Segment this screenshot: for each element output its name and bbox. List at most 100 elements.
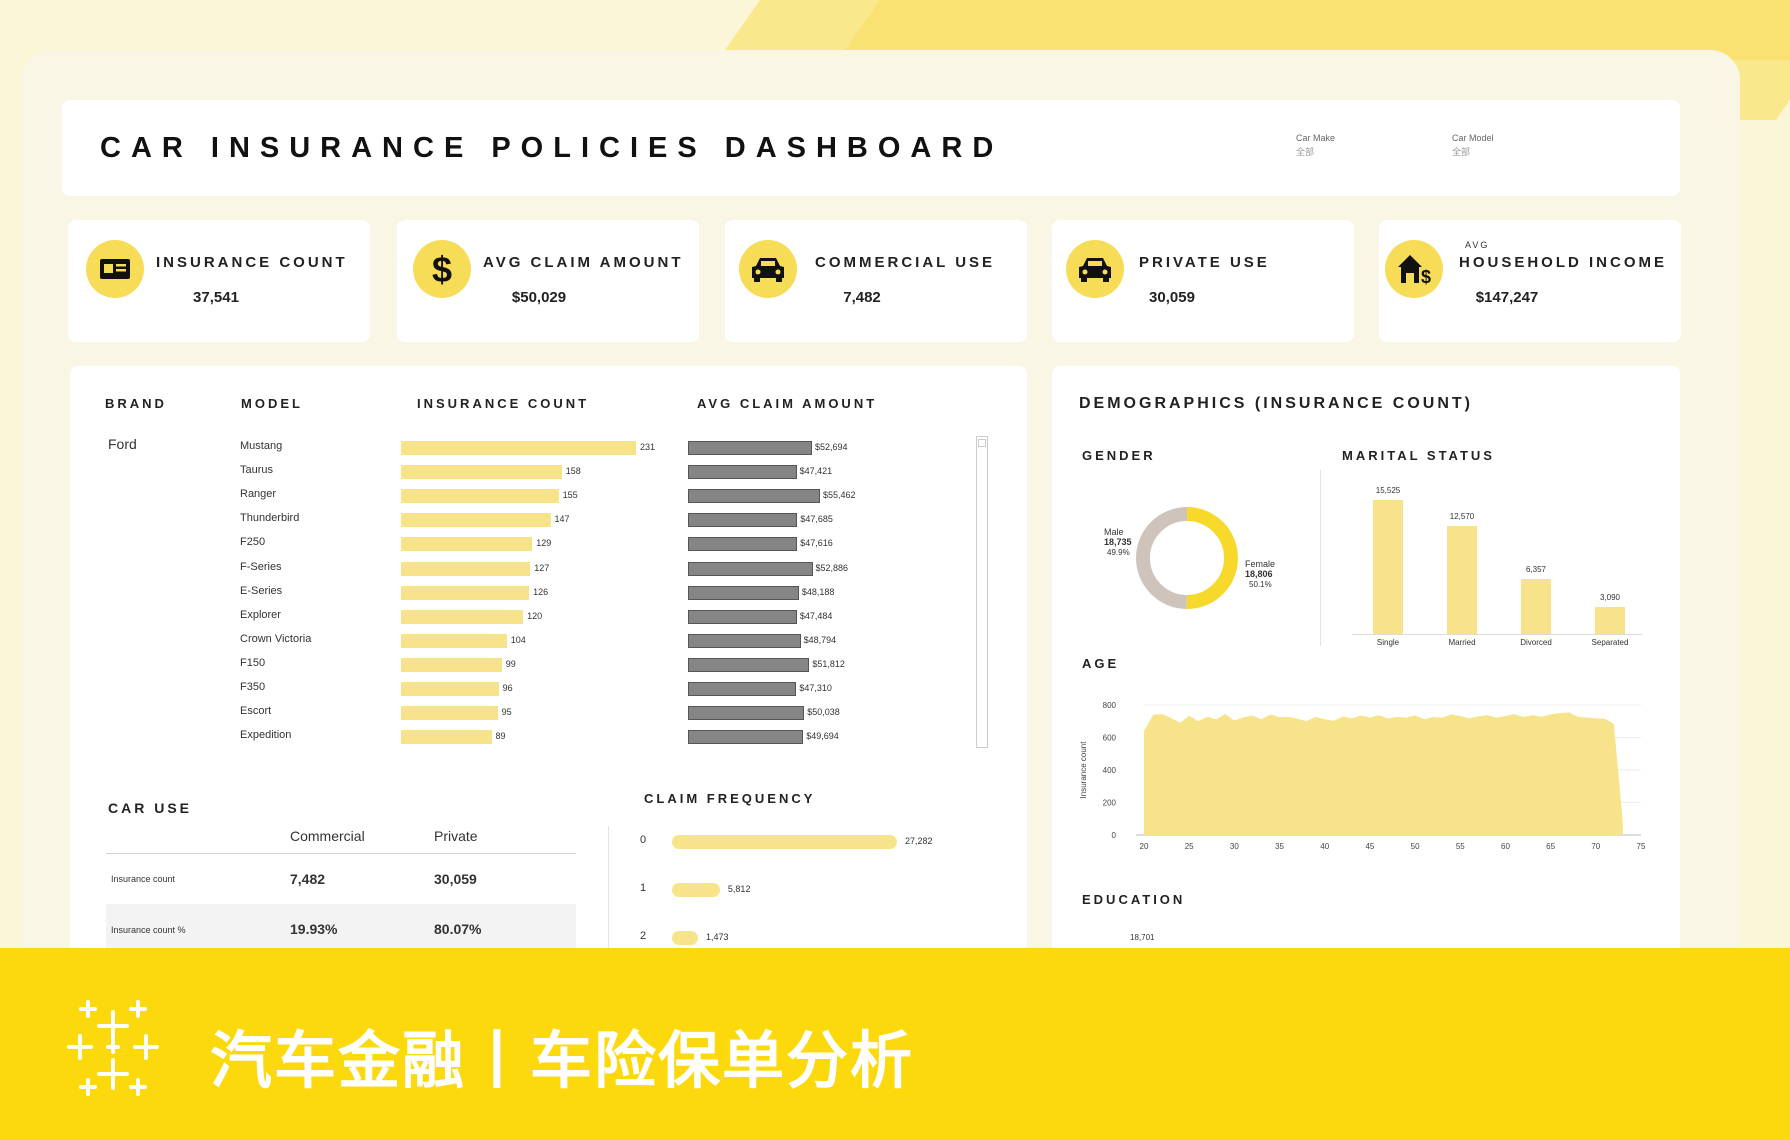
age-x-tick: 75 xyxy=(1637,842,1646,851)
marital-status-label: Single xyxy=(1376,638,1400,647)
model-label: F150 xyxy=(240,656,266,669)
brand-model-panel xyxy=(70,366,1027,966)
claim-frequency-value: 1,473 xyxy=(706,932,729,942)
avg-claim-value: $47,484 xyxy=(799,610,833,621)
model-label: Escort xyxy=(240,705,272,718)
marital-status-value: 6,357 xyxy=(1525,565,1547,575)
age-x-tick: 20 xyxy=(1140,842,1149,851)
kpi-value: 30,059 xyxy=(1149,289,1195,306)
car-use-cell: 7,482 xyxy=(290,871,326,887)
insurance-count-bar[interactable] xyxy=(401,441,636,455)
avg-claim-bar[interactable] xyxy=(688,537,798,552)
gender-count-female: 18,806 xyxy=(1245,569,1273,579)
avg-claim-value: $52,694 xyxy=(814,442,848,452)
marital-status-bar[interactable] xyxy=(1373,500,1403,634)
id-card-icon xyxy=(86,240,144,298)
gender-donut-slice-female[interactable] xyxy=(1186,507,1239,609)
age-y-tick: 600 xyxy=(1103,734,1117,743)
avg-claim-bar[interactable] xyxy=(688,489,820,504)
avg-claim-bar[interactable] xyxy=(688,730,804,745)
column-header-model: MODEL xyxy=(241,396,303,411)
avg-claim-value: $48,794 xyxy=(803,634,837,645)
insurance-count-bar[interactable] xyxy=(401,585,530,600)
scrollbar[interactable] xyxy=(976,436,988,748)
insurance-count-bar[interactable] xyxy=(401,633,507,648)
claim-frequency-title: CLAIM FREQUENCY xyxy=(644,791,816,806)
insurance-count-value: 89 xyxy=(495,731,506,742)
house-dollar-icon: $ xyxy=(1385,240,1443,298)
car-use-col-private: Private xyxy=(434,828,478,844)
claim-frequency-bar[interactable] xyxy=(672,883,720,897)
avg-claim-bar[interactable] xyxy=(688,657,810,672)
age-x-tick: 40 xyxy=(1320,842,1329,851)
age-x-tick: 50 xyxy=(1411,842,1420,851)
avg-claim-bar[interactable] xyxy=(688,441,812,455)
marital-status-bar[interactable] xyxy=(1521,579,1551,634)
avg-claim-bar[interactable] xyxy=(688,465,797,480)
age-y-tick: 200 xyxy=(1103,799,1117,808)
gender-count-male: 18,735 xyxy=(1104,537,1132,547)
insurance-count-bar[interactable] xyxy=(401,609,524,624)
insurance-count-bar[interactable] xyxy=(401,489,559,504)
model-label: Crown Victoria xyxy=(240,632,312,645)
avg-claim-bar[interactable] xyxy=(688,561,813,576)
insurance-count-bar[interactable] xyxy=(401,513,551,528)
avg-claim-bar[interactable] xyxy=(688,706,805,721)
filter-car-make-value: 全部 xyxy=(1296,147,1315,157)
avg-claim-value: $50,038 xyxy=(807,707,840,718)
car-use-cell: 30,059 xyxy=(434,871,477,887)
kpi-value: $147,247 xyxy=(1475,289,1539,306)
filter-car-model-label: Car Model xyxy=(1452,133,1494,143)
insurance-count-bar[interactable] xyxy=(401,561,531,576)
insurance-count-bar[interactable] xyxy=(401,682,499,696)
kpi-label: AVG CLAIM AMOUNT xyxy=(483,254,684,271)
claim-frequency-bar[interactable] xyxy=(672,835,897,849)
insurance-count-bar[interactable] xyxy=(401,706,498,721)
insurance-count-value: 158 xyxy=(565,466,581,477)
car-use-cell: 19.93% xyxy=(290,921,338,937)
kpi-card-household-income: $ AVG HOUSEHOLD INCOME $147,247 xyxy=(1379,220,1681,342)
marital-status-label: Divorced xyxy=(1520,638,1552,647)
marital-status-bar[interactable] xyxy=(1595,607,1625,634)
svg-text:$: $ xyxy=(432,249,452,289)
avg-claim-bar[interactable] xyxy=(688,513,798,528)
avg-claim-value: $51,812 xyxy=(812,658,845,669)
marital-status-label: Married xyxy=(1448,638,1476,647)
age-x-tick: 55 xyxy=(1456,842,1465,851)
table-divider xyxy=(106,853,576,854)
filter-car-make[interactable]: Car Make 全部 xyxy=(1296,133,1335,158)
avg-claim-value: $55,462 xyxy=(823,490,856,501)
kpi-sub-label: AVG xyxy=(1465,240,1490,250)
insurance-count-value: 231 xyxy=(640,442,656,452)
column-header-brand: BRAND xyxy=(105,396,167,411)
kpi-value: 7,482 xyxy=(843,289,881,306)
claim-frequency-bar[interactable] xyxy=(672,931,698,945)
education-title: EDUCATION xyxy=(1082,892,1186,907)
car-icon xyxy=(739,240,797,298)
insurance-count-bar[interactable] xyxy=(401,465,562,480)
insurance-count-bar[interactable] xyxy=(401,537,533,552)
gender-donut-slice-male[interactable] xyxy=(1136,507,1188,609)
insurance-count-bar[interactable] xyxy=(401,657,502,672)
claim-frequency-label: 2 xyxy=(640,930,647,942)
age-x-tick: 30 xyxy=(1230,842,1239,851)
insurance-count-bar[interactable] xyxy=(401,730,492,745)
insurance-count-value: 95 xyxy=(501,707,512,718)
age-area[interactable] xyxy=(1144,712,1623,835)
avg-claim-value: $52,886 xyxy=(815,562,849,573)
age-x-tick: 45 xyxy=(1365,842,1374,851)
avg-claim-value: $47,421 xyxy=(799,466,833,477)
avg-claim-bar[interactable] xyxy=(688,585,799,600)
filter-car-model[interactable]: Car Model 全部 xyxy=(1452,133,1494,158)
avg-claim-value: $47,685 xyxy=(800,514,833,525)
kpi-value: $50,029 xyxy=(511,289,567,306)
column-header-insurance-count: INSURANCE COUNT xyxy=(417,396,590,411)
scrollbar-thumb[interactable] xyxy=(978,439,986,447)
age-x-tick: 65 xyxy=(1546,842,1555,851)
avg-claim-bar[interactable] xyxy=(688,682,797,696)
insurance-count-value: 127 xyxy=(534,562,550,573)
marital-status-bar[interactable] xyxy=(1447,525,1477,634)
avg-claim-bar[interactable] xyxy=(688,633,801,648)
model-label: Explorer xyxy=(240,608,281,621)
avg-claim-bar[interactable] xyxy=(688,609,797,624)
